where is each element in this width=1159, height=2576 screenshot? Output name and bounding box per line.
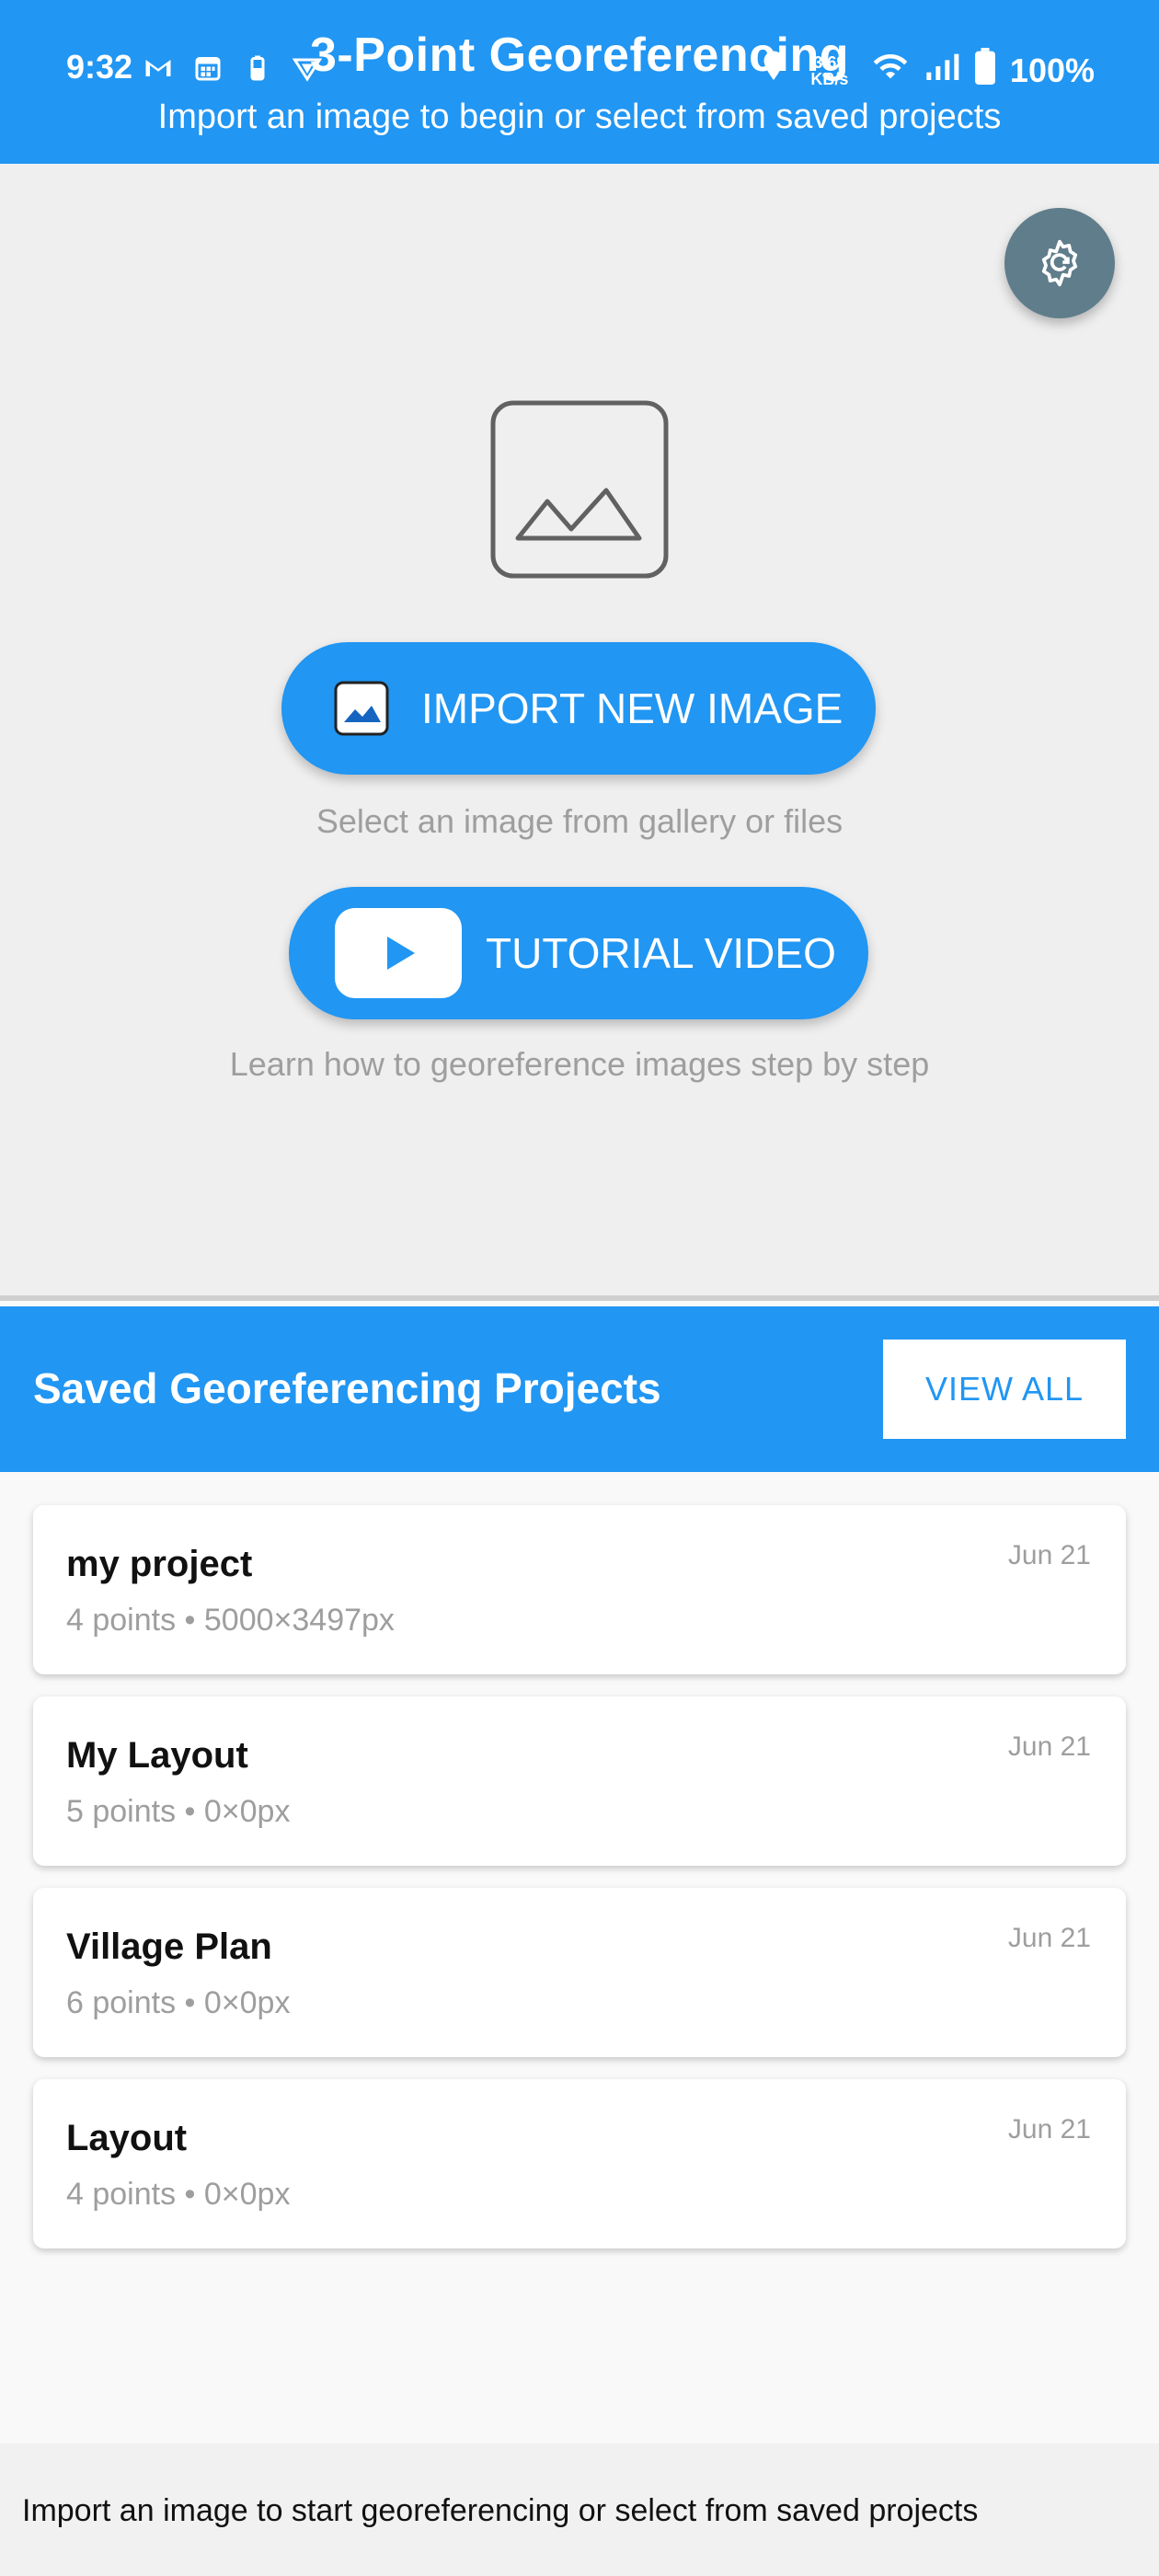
project-date: Jun 21 bbox=[1007, 1731, 1091, 1762]
saved-projects-header: Saved Georeferencing Projects VIEW ALL bbox=[0, 1306, 1159, 1472]
project-card[interactable]: my project 4 points • 5000×3497px Jun 21 bbox=[33, 1505, 1126, 1674]
play-icon bbox=[335, 908, 462, 998]
project-list: my project 4 points • 5000×3497px Jun 21… bbox=[33, 1505, 1126, 2271]
project-meta: 5 points • 0×0px bbox=[66, 1794, 291, 1829]
view-all-button[interactable]: VIEW ALL bbox=[883, 1340, 1126, 1439]
project-name: My Layout bbox=[66, 1735, 248, 1776]
app-header: 9:32 3.69 KB/s 100% 3-Point Georeferenci… bbox=[0, 0, 1159, 164]
footer-bar: Import an image to start georeferencing … bbox=[0, 2444, 1159, 2576]
project-meta: 6 points • 0×0px bbox=[66, 1985, 291, 2020]
project-meta: 4 points • 5000×3497px bbox=[66, 1603, 395, 1638]
tutorial-button-label: TUTORIAL VIDEO bbox=[486, 929, 836, 977]
project-name: my project bbox=[66, 1544, 253, 1584]
project-card[interactable]: Village Plan 6 points • 0×0px Jun 21 bbox=[33, 1888, 1126, 2057]
project-date: Jun 21 bbox=[1007, 2114, 1091, 2145]
settings-sync-icon bbox=[1041, 239, 1078, 287]
import-button-label: IMPORT NEW IMAGE bbox=[421, 684, 843, 732]
app-title: 3-Point Georeferencing bbox=[310, 29, 849, 82]
project-card[interactable]: My Layout 5 points • 0×0px Jun 21 bbox=[33, 1696, 1126, 1866]
image-placeholder-icon bbox=[490, 400, 669, 579]
hero-section: IMPORT NEW IMAGE Select an image from ga… bbox=[0, 164, 1159, 1301]
app-subtitle: Import an image to begin or select from … bbox=[157, 98, 1002, 136]
project-date: Jun 21 bbox=[1007, 1923, 1091, 1953]
project-name: Layout bbox=[66, 2118, 188, 2158]
saved-projects-title: Saved Georeferencing Projects bbox=[33, 1364, 661, 1412]
project-meta: 4 points • 0×0px bbox=[66, 2177, 291, 2212]
import-hint: Select an image from gallery or files bbox=[316, 802, 843, 840]
screen: 9:32 3.69 KB/s 100% 3-Point Georeferenci… bbox=[0, 0, 1159, 2576]
import-new-image-button[interactable]: IMPORT NEW IMAGE bbox=[281, 642, 876, 775]
settings-button[interactable] bbox=[1004, 208, 1115, 318]
footer-text: Import an image to start georeferencing … bbox=[22, 2493, 979, 2528]
tutorial-video-button[interactable]: TUTORIAL VIDEO bbox=[289, 887, 868, 1019]
project-name: Village Plan bbox=[66, 1926, 272, 1967]
image-icon bbox=[334, 681, 389, 736]
tutorial-hint: Learn how to georeference images step by… bbox=[229, 1045, 930, 1083]
project-card[interactable]: Layout 4 points • 0×0px Jun 21 bbox=[33, 2079, 1126, 2248]
project-date: Jun 21 bbox=[1007, 1540, 1091, 1570]
